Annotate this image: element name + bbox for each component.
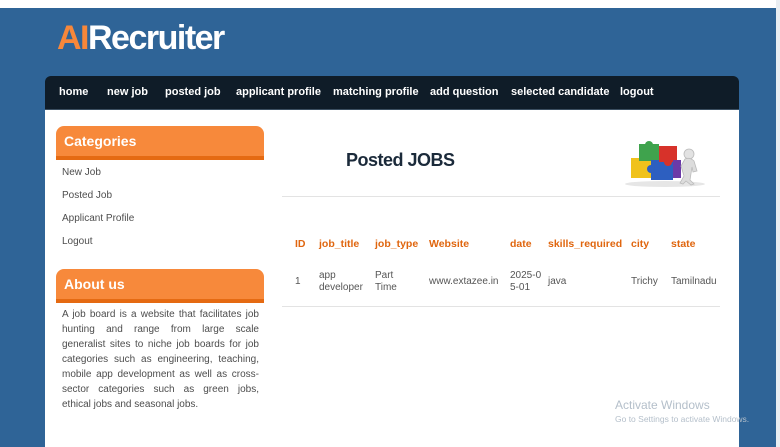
col-header-website: Website [429,238,470,250]
table-divider [282,306,720,307]
categories-header: Categories [56,126,264,160]
cell-website: www.extazee.in [429,276,499,287]
logo-ai: AI [57,19,90,57]
nav-applicant-profile[interactable]: applicant profile [236,76,321,109]
nav-add-question[interactable]: add question [430,76,498,109]
col-header-job-title: job_title [319,238,360,250]
col-header-job-type: job_type [375,238,419,250]
col-header-date: date [510,238,532,250]
cell-date: 2025-05-01 [510,270,542,293]
about-text: A job board is a website that facilitate… [62,309,259,410]
sidebar-link-new-job[interactable]: New Job [62,167,101,178]
col-header-city: city [631,238,650,250]
cell-skills: java [548,276,567,287]
activate-windows-title: Activate Windows [615,398,710,412]
right-border [776,0,780,447]
cell-job-title: app developer [319,270,363,293]
sidebar-link-logout[interactable]: Logout [62,236,93,247]
about-title: About us [64,276,125,292]
nav-selected-candidate[interactable]: selected candidate [511,76,609,109]
sidebar-link-posted-job[interactable]: Posted Job [62,190,112,201]
nav-posted-job[interactable]: posted job [165,76,221,109]
activate-windows-subtitle: Go to Settings to activate Windows. [615,414,750,424]
page-title: Posted JOBS [346,150,455,170]
top-border [0,0,780,8]
logo-recruiter: Recruiter [88,19,225,57]
site-logo[interactable]: AIRecruiter [57,16,225,60]
nav-logout[interactable]: logout [620,76,654,109]
categories-title: Categories [64,133,137,149]
sidebar-link-applicant-profile[interactable]: Applicant Profile [62,213,134,224]
puzzle-people-icon [625,141,705,187]
nav-matching-profile[interactable]: matching profile [333,76,419,109]
col-header-state: state [671,238,696,250]
nav-home[interactable]: home [59,76,88,109]
cell-city: Trichy [631,276,658,287]
title-divider [282,196,720,197]
main-nav: home new job posted job applicant profil… [45,76,739,110]
col-header-skills: skills_required [548,238,623,250]
nav-new-job[interactable]: new job [107,76,148,109]
col-header-id: ID [295,238,306,250]
cell-id: 1 [295,276,301,287]
cell-job-type: Part Time [375,270,397,293]
about-header: About us [56,269,264,303]
cell-state: Tamilnadu [671,276,717,287]
